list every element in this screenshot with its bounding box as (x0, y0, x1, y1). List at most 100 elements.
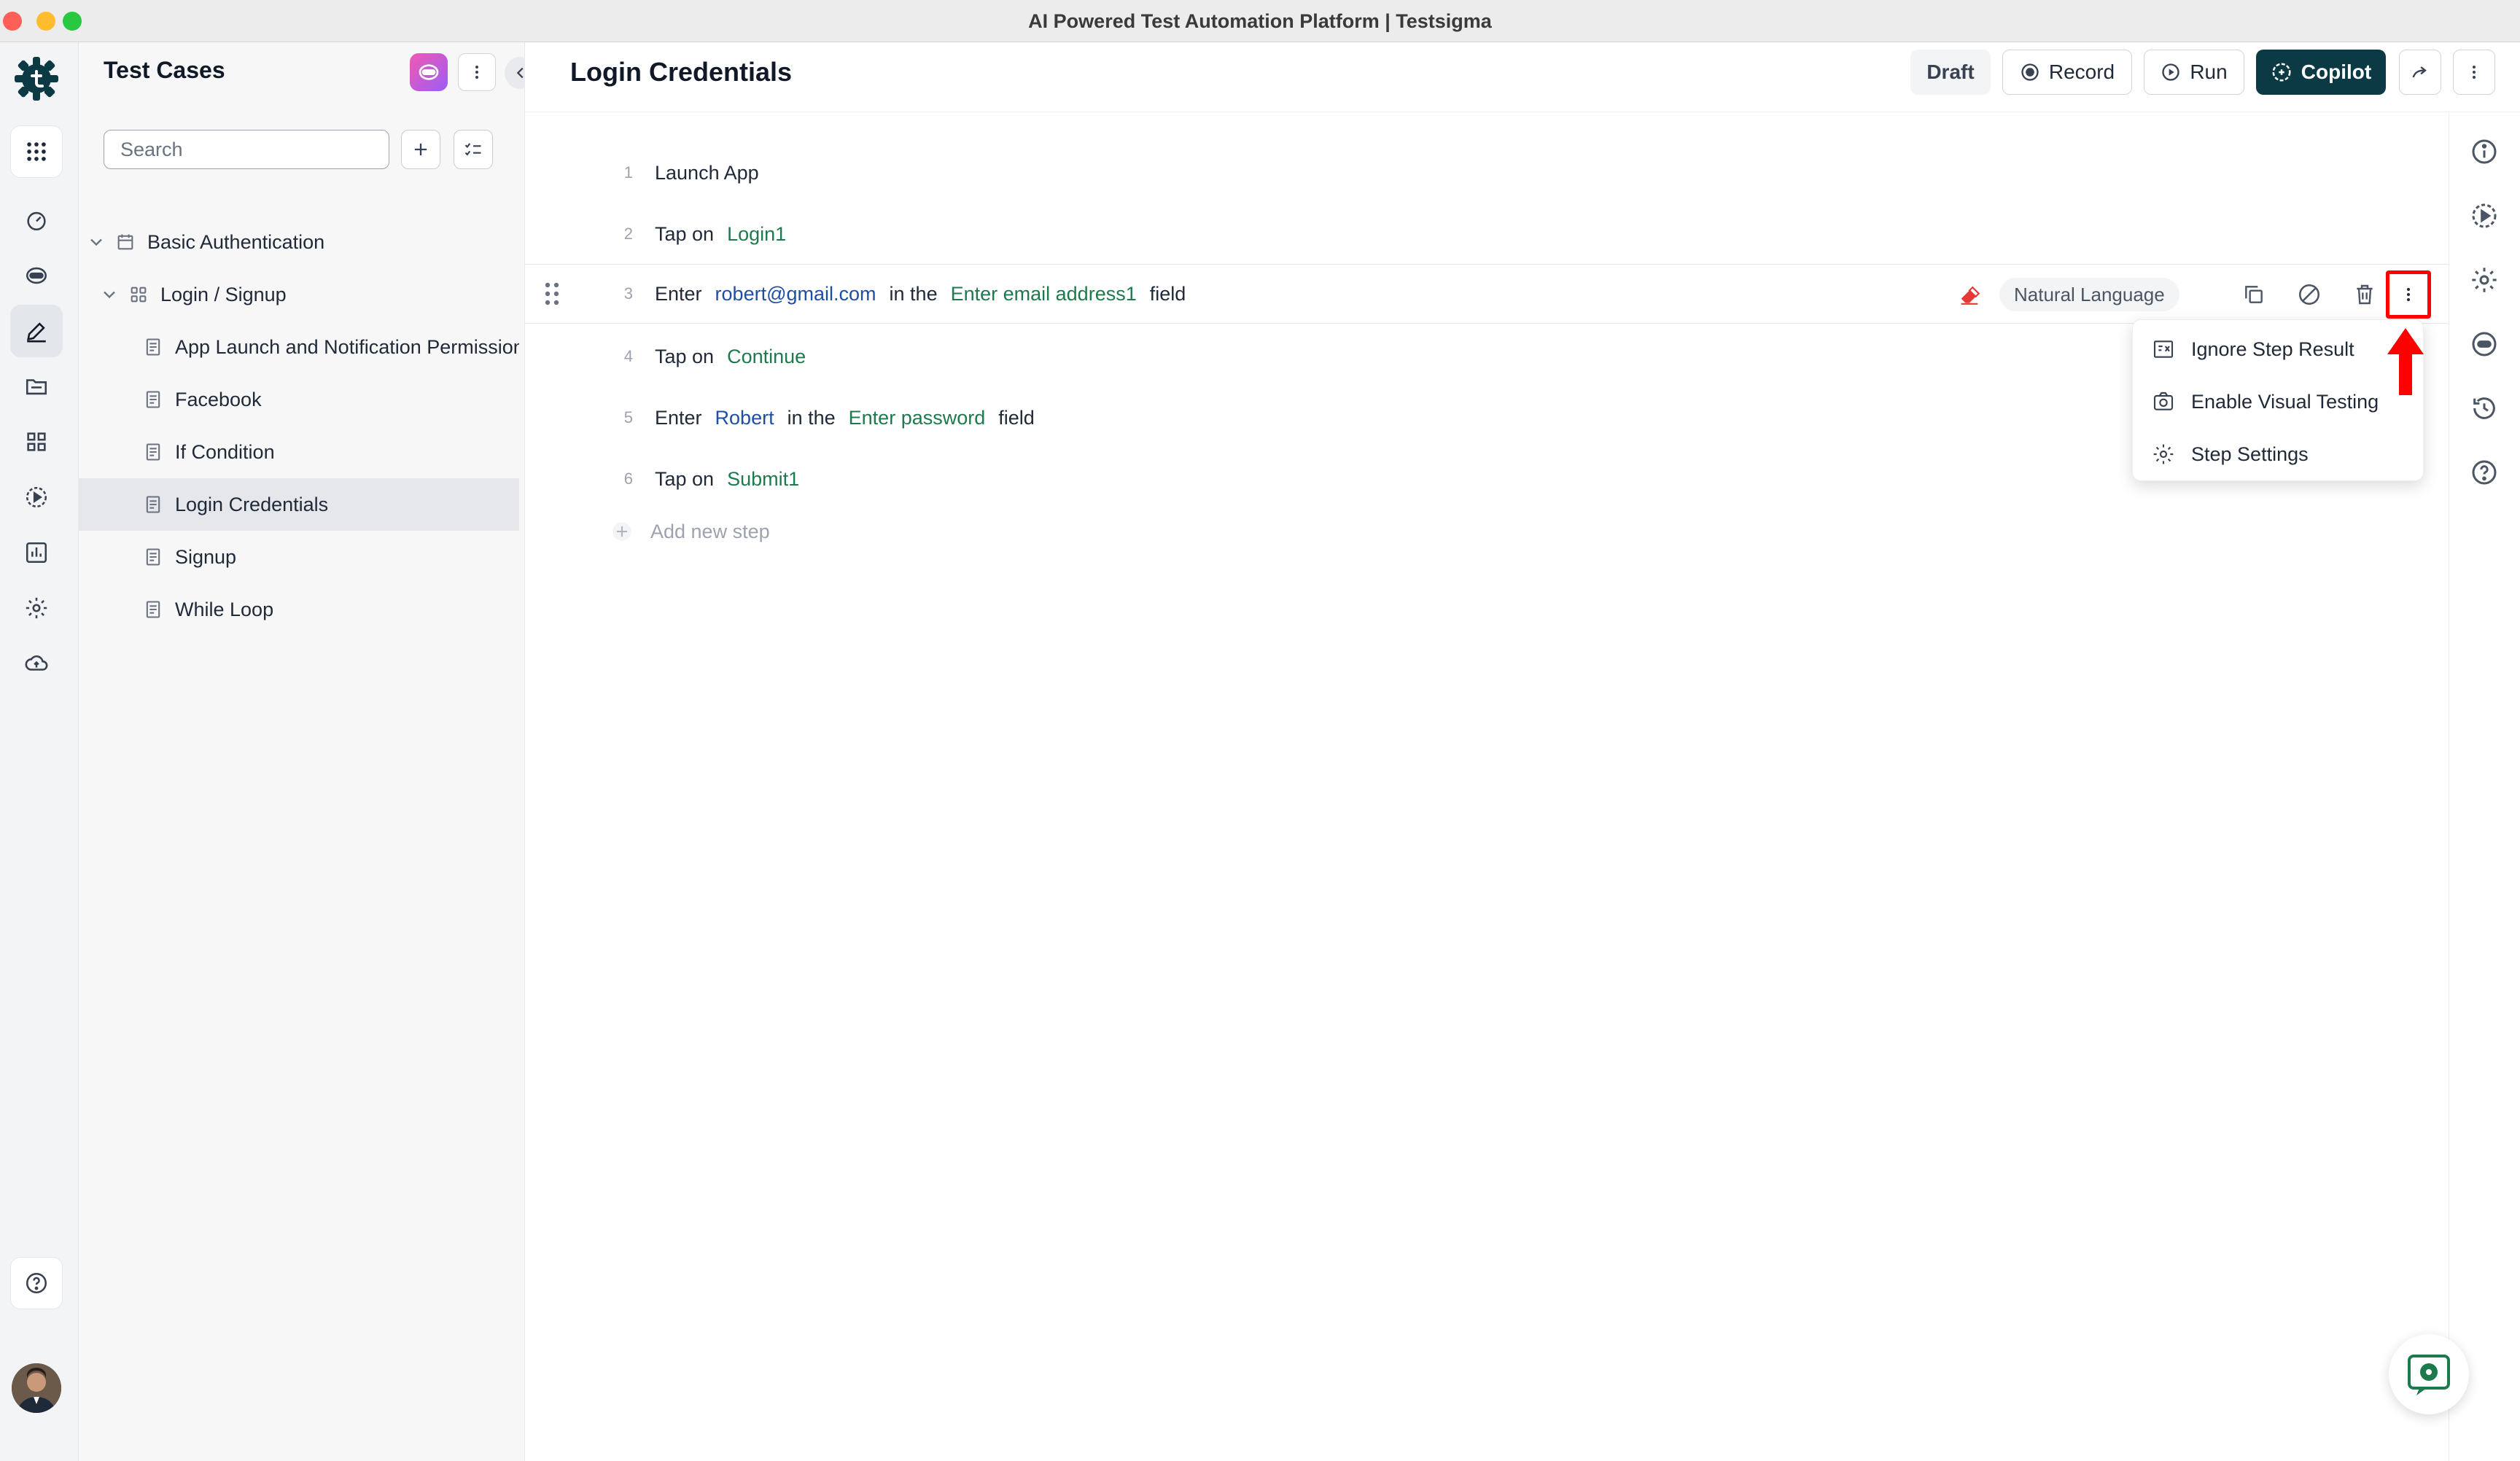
nav-elements[interactable] (10, 416, 63, 468)
tree-group-login-signup[interactable]: Login / Signup (79, 268, 519, 321)
add-test-case-button[interactable] (401, 130, 440, 169)
delete-step-button[interactable] (2345, 275, 2384, 314)
run-button[interactable]: Run (2144, 50, 2244, 95)
test-step-1[interactable]: 1 Launch App (525, 143, 2449, 203)
tree-item-label: Signup (175, 545, 237, 568)
ai-assistant-button[interactable] (410, 53, 448, 91)
window-titlebar: AI Powered Test Automation Platform | Te… (0, 0, 2520, 42)
test-cases-panel: Test Cases Basic Authentication Login / … (79, 42, 537, 1461)
copilot-label: Copilot (2301, 61, 2372, 83)
duplicate-step-button[interactable] (2234, 275, 2274, 314)
app-navigation-rail (0, 42, 79, 1461)
disable-step-button[interactable] (2290, 275, 2329, 314)
copy-icon (2245, 286, 2263, 303)
page-title: Login Credentials (570, 57, 793, 87)
panel-more-button[interactable] (458, 53, 496, 91)
tree-item-label: If Condition (175, 440, 275, 463)
user-avatar[interactable] (12, 1363, 61, 1413)
step-action-text: Tap on (655, 345, 715, 367)
tree-case-app-launch[interactable]: App Launch and Notification Permission (79, 321, 519, 373)
drag-handle-icon[interactable] (541, 279, 563, 308)
document-icon (146, 548, 160, 566)
search-input[interactable] (104, 130, 389, 169)
nav-ai-agents[interactable] (10, 249, 63, 302)
menu-item-step-settings[interactable]: Step Settings (2133, 428, 2424, 480)
history-icon[interactable] (2470, 394, 2499, 423)
run-label: Run (2190, 61, 2228, 83)
step-value-token[interactable]: Robert (715, 407, 774, 429)
draft-status-button[interactable]: Draft (1910, 50, 1991, 95)
testsigma-logo-icon[interactable] (10, 52, 63, 105)
copilot-button[interactable]: Copilot (2256, 50, 2386, 95)
step-element-token[interactable]: Enter email address1 (951, 283, 1137, 305)
tree-suite-basic-authentication[interactable]: Basic Authentication (79, 216, 519, 268)
menu-item-enable-visual-testing[interactable]: Enable Visual Testing (2133, 375, 2424, 428)
step-mode-label: Natural Language (2014, 283, 2165, 305)
test-step-3[interactable]: 3 Enter robert@gmail.com in the Enter em… (525, 264, 2449, 324)
test-step-2[interactable]: 2 Tap on Login1 (525, 204, 2449, 264)
step-action-text: field (998, 406, 1035, 429)
gear-icon[interactable] (2470, 265, 2499, 295)
step-value-token[interactable]: robert@gmail.com (715, 283, 876, 305)
add-new-step-button[interactable]: Add new step (610, 519, 770, 544)
tree-case-login-credentials[interactable]: Login Credentials (79, 478, 519, 531)
nav-test-data[interactable] (10, 360, 63, 413)
kebab-menu-icon (2473, 66, 2476, 79)
panel-title: Test Cases (104, 57, 225, 83)
step-mode-pill[interactable]: Natural Language (1999, 278, 2179, 311)
run-history-icon[interactable] (2470, 201, 2499, 230)
step-text[interactable]: Tap on Login1 (655, 223, 799, 246)
step-more-button[interactable] (2386, 270, 2431, 319)
record-button[interactable]: Record (2002, 50, 2132, 95)
info-icon[interactable] (2470, 137, 2499, 166)
record-icon (2021, 63, 2039, 81)
step-text[interactable]: Enter robert@gmail.com in the Enter emai… (655, 283, 1199, 305)
support-chat-button[interactable] (2389, 1334, 2469, 1414)
help-circle-icon[interactable] (2470, 458, 2499, 487)
step-text[interactable]: Tap on Continue (655, 346, 819, 368)
step-element-token[interactable]: Login1 (727, 223, 786, 246)
suite-icon (117, 234, 133, 250)
step-text[interactable]: Launch App (655, 162, 772, 184)
step-text[interactable]: Enter Robert in the Enter password field (655, 407, 1048, 429)
robot-icon (26, 267, 47, 284)
play-circle-icon (26, 486, 47, 508)
eraser-icon[interactable] (1957, 282, 1982, 307)
pencil-icon (27, 322, 46, 343)
nav-cloud[interactable] (10, 637, 63, 690)
step-text[interactable]: Tap on Submit1 (655, 468, 812, 491)
step-action-text: Tap on (655, 222, 715, 245)
step-number: 1 (623, 163, 633, 182)
share-button[interactable] (2399, 50, 2441, 95)
tree-case-signup[interactable]: Signup (79, 531, 519, 583)
select-mode-button[interactable] (454, 130, 493, 169)
chevron-down-icon[interactable] (86, 232, 106, 252)
step-action-text: Enter (655, 406, 702, 429)
chevron-down-icon[interactable] (99, 284, 120, 305)
step-element-token[interactable]: Enter password (849, 407, 986, 429)
menu-item-ignore-step-result[interactable]: Ignore Step Result (2133, 323, 2424, 375)
draft-label: Draft (1926, 61, 1975, 83)
nav-test-cases[interactable] (10, 305, 63, 357)
tree-item-label: Login / Signup (160, 283, 287, 305)
apps-grid-button[interactable] (10, 125, 63, 178)
gear-icon (2153, 444, 2174, 464)
document-icon (146, 601, 160, 618)
ai-bot-icon[interactable] (2470, 330, 2499, 359)
tree-case-while-loop[interactable]: While Loop (79, 583, 519, 636)
tree-case-if-condition[interactable]: If Condition (79, 426, 519, 478)
folder-icon (26, 379, 47, 395)
disable-icon (2298, 284, 2320, 305)
nav-settings[interactable] (10, 582, 63, 634)
dashboard-gauge-icon (27, 211, 46, 231)
help-button[interactable] (10, 1257, 63, 1309)
tree-case-facebook[interactable]: Facebook (79, 373, 519, 426)
nav-reports[interactable] (10, 526, 63, 579)
user-photo-icon (12, 1363, 61, 1413)
record-label: Record (2048, 61, 2115, 83)
nav-dashboard[interactable] (10, 194, 63, 246)
header-more-button[interactable] (2453, 50, 2495, 95)
step-element-token[interactable]: Continue (727, 346, 806, 368)
step-element-token[interactable]: Submit1 (727, 468, 799, 491)
nav-runs[interactable] (10, 471, 63, 523)
